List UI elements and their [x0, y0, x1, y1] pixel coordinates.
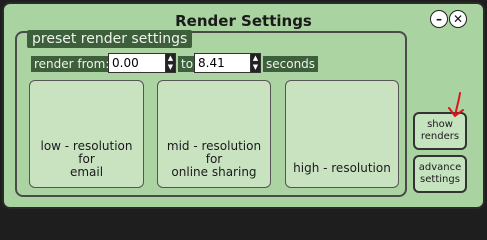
preset-panel-title: preset render settings — [27, 30, 193, 48]
button-line: show — [427, 119, 453, 130]
render-to-input[interactable] — [195, 54, 250, 72]
mid-resolution-preset-button[interactable]: mid - resolution for online sharing — [157, 80, 271, 188]
low-resolution-preset-button[interactable]: low - resolution for email — [29, 80, 144, 188]
render-from-spinbox[interactable]: ▲ ▼ — [108, 53, 176, 73]
button-line: settings — [420, 174, 460, 185]
render-to-spinbox[interactable]: ▲ ▼ — [194, 53, 261, 73]
card-line: email — [69, 165, 104, 179]
advance-settings-label: advance settings — [419, 162, 462, 186]
increment-arrow-icon[interactable]: ▲ — [166, 54, 175, 63]
seconds-label: seconds — [263, 56, 319, 72]
high-resolution-label: high - resolution — [293, 162, 391, 175]
render-from-input[interactable] — [109, 54, 165, 72]
minimize-button[interactable]: – — [430, 10, 448, 28]
button-line: renders — [420, 131, 460, 142]
button-line: advance — [418, 162, 462, 173]
render-from-stepper[interactable]: ▲ ▼ — [164, 54, 175, 72]
card-line: online sharing — [171, 165, 257, 179]
show-renders-label: show renders — [421, 119, 459, 143]
mid-resolution-label: mid - resolution for online sharing — [167, 140, 261, 179]
hand-drawn-arrow-icon — [448, 92, 464, 117]
decrement-arrow-icon[interactable]: ▼ — [251, 63, 260, 72]
increment-arrow-icon[interactable]: ▲ — [251, 54, 260, 63]
close-icon: ✕ — [452, 12, 464, 26]
low-resolution-label: low - resolution for email — [40, 140, 132, 179]
high-resolution-preset-button[interactable]: high - resolution — [285, 80, 399, 188]
close-button[interactable]: ✕ — [449, 10, 467, 28]
window-title: Render Settings — [175, 12, 312, 30]
decrement-arrow-icon[interactable]: ▼ — [166, 63, 175, 72]
window-controls: – ✕ — [430, 10, 468, 28]
render-to-stepper[interactable]: ▲ ▼ — [249, 54, 260, 72]
render-from-label: render from: — [31, 56, 113, 72]
card-line: high - resolution — [293, 161, 391, 175]
minimize-icon: – — [436, 12, 442, 26]
advance-settings-button[interactable]: advance settings — [413, 155, 467, 193]
